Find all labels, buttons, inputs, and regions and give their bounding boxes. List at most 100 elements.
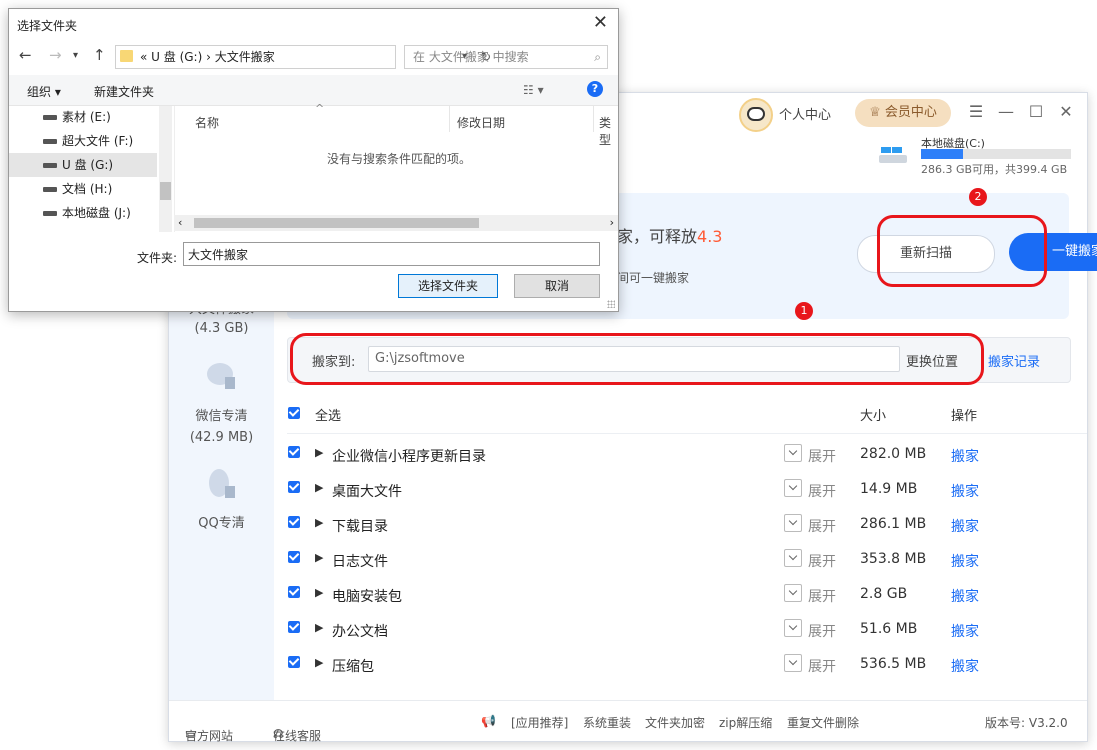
row-name: 企业微信小程序更新目录 xyxy=(332,449,486,465)
expand-chevron-icon[interactable] xyxy=(784,549,802,567)
expand-triangle-icon[interactable]: ▶ xyxy=(315,621,323,634)
banner-text: 家，可释放 xyxy=(617,227,698,246)
tree-item-drive-h[interactable]: 文档 (H:) xyxy=(9,177,157,201)
dialog-title: 选择文件夹 xyxy=(17,19,78,33)
expand-triangle-icon[interactable]: ▶ xyxy=(315,656,323,669)
name-column-header[interactable]: 名称 xyxy=(195,114,219,131)
select-folder-button[interactable]: 选择文件夹 xyxy=(398,274,498,298)
sidebar-item-label: 微信专清 xyxy=(195,409,248,424)
support-label: 在线客服 xyxy=(273,729,322,743)
folder-name-input[interactable]: 大文件搬家 xyxy=(183,242,600,266)
expand-button[interactable]: 展开 xyxy=(808,586,836,606)
row-move-link[interactable]: 搬家 xyxy=(951,551,979,571)
step-badge-1: 1 xyxy=(795,302,813,320)
expand-triangle-icon[interactable]: ▶ xyxy=(315,586,323,599)
vip-center-button[interactable]: ♕ 会员中心 xyxy=(855,99,951,127)
expand-button[interactable]: 展开 xyxy=(808,481,836,501)
row-move-link[interactable]: 搬家 xyxy=(951,516,979,536)
select-all-checkbox[interactable] xyxy=(288,407,300,419)
zip-link[interactable]: zip解压缩 xyxy=(719,714,772,731)
row-size: 536.5 MB xyxy=(860,656,927,672)
recent-dropdown-icon[interactable]: ▾ xyxy=(73,50,78,61)
sidebar-item-qq[interactable]: QQ专清 xyxy=(169,466,274,534)
date-column-header[interactable]: 修改日期 xyxy=(457,114,505,131)
wechat-clean-icon xyxy=(206,363,235,389)
drive-icon xyxy=(43,115,57,120)
tree-item-drive-g[interactable]: U 盘 (G:) xyxy=(9,153,157,177)
expand-triangle-icon[interactable]: ▶ xyxy=(315,481,323,494)
row-move-link[interactable]: 搬家 xyxy=(951,481,979,501)
tree-scrollbar[interactable] xyxy=(159,106,172,232)
expand-triangle-icon[interactable]: ▶ xyxy=(315,516,323,529)
select-folder-dialog: 选择文件夹 ✕ ← → ▾ ↑ « U 盘 (G:) › 大文件搬家 ▾ ↻ 在… xyxy=(8,8,619,312)
row-checkbox[interactable] xyxy=(288,586,300,598)
row-checkbox[interactable] xyxy=(288,656,300,668)
horizontal-scroll-thumb[interactable] xyxy=(194,218,479,228)
expand-chevron-icon[interactable] xyxy=(784,479,802,497)
sidebar-item-wechat[interactable]: 微信专清 (42.9 MB) xyxy=(169,359,274,448)
back-arrow-icon[interactable]: ← xyxy=(19,46,32,64)
expand-chevron-icon[interactable] xyxy=(784,654,802,672)
maximize-icon[interactable]: ☐ xyxy=(1025,102,1047,121)
expand-triangle-icon[interactable]: ▶ xyxy=(315,446,323,459)
cancel-button[interactable]: 取消 xyxy=(514,274,600,298)
expand-button[interactable]: 展开 xyxy=(808,551,836,571)
sidebar-item-label: QQ专清 xyxy=(198,516,245,531)
row-checkbox[interactable] xyxy=(288,551,300,563)
row-checkbox[interactable] xyxy=(288,481,300,493)
qq-clean-icon xyxy=(208,469,235,498)
tree-scroll-thumb[interactable] xyxy=(160,182,171,200)
row-move-link[interactable]: 搬家 xyxy=(951,446,979,466)
scroll-right-icon[interactable]: › xyxy=(610,216,614,229)
row-move-link[interactable]: 搬家 xyxy=(951,586,979,606)
tree-item-drive-e[interactable]: 素材 (E:) xyxy=(9,105,157,129)
row-checkbox[interactable] xyxy=(288,516,300,528)
avatar[interactable] xyxy=(739,98,773,132)
scroll-left-icon[interactable]: ‹ xyxy=(178,216,182,229)
new-folder-button[interactable]: 新建文件夹 xyxy=(94,83,154,100)
up-arrow-icon[interactable]: ↑ xyxy=(93,46,106,64)
expand-button[interactable]: 展开 xyxy=(808,656,836,676)
close-icon[interactable]: ✕ xyxy=(1055,102,1077,121)
tree-item-label: 本地磁盘 (J:) xyxy=(62,206,131,220)
organize-menu[interactable]: 组织 ▾ xyxy=(27,83,61,100)
expand-button[interactable]: 展开 xyxy=(808,446,836,466)
type-column-header[interactable]: 类型 xyxy=(599,114,619,148)
tree-item-drive-f[interactable]: 超大文件 (F:) xyxy=(9,129,157,153)
move-records-link[interactable]: 搬家记录 xyxy=(988,351,1040,370)
tree-item-drive-j[interactable]: 本地磁盘 (J:) xyxy=(9,201,157,225)
tree-item-label: 超大文件 (F:) xyxy=(62,134,134,148)
row-name: 办公文档 xyxy=(332,624,388,640)
size-column-header: 大小 xyxy=(860,409,887,424)
reinstall-link[interactable]: 系统重装 xyxy=(583,714,631,731)
search-input[interactable]: 在 大文件搬家 中搜索 ⌕ xyxy=(404,45,608,69)
expand-button[interactable]: 展开 xyxy=(808,621,836,641)
personal-center-link[interactable]: 个人中心 xyxy=(779,104,831,123)
row-checkbox[interactable] xyxy=(288,621,300,633)
view-options-icon[interactable]: ☷ ▾ xyxy=(523,83,544,97)
expand-chevron-icon[interactable] xyxy=(784,444,802,462)
address-bar[interactable]: « U 盘 (G:) › 大文件搬家 ▾ ↻ xyxy=(115,45,491,69)
expand-chevron-icon[interactable] xyxy=(784,619,802,637)
table-header: 全选 大小 操作 xyxy=(287,393,1087,434)
row-move-link[interactable]: 搬家 xyxy=(951,621,979,641)
resize-grip-icon[interactable] xyxy=(607,300,615,308)
horizontal-scrollbar[interactable]: ‹ › xyxy=(174,215,618,231)
forward-arrow-icon[interactable]: → xyxy=(49,46,62,64)
dialog-close-icon[interactable]: ✕ xyxy=(593,12,608,33)
expand-button[interactable]: 展开 xyxy=(808,516,836,536)
table-row: ▶ 压缩包 展开 536.5 MB 搬家 xyxy=(287,647,1087,682)
table-row: ▶ 电脑安装包 展开 2.8 GB 搬家 xyxy=(287,577,1087,612)
menu-icon[interactable]: ☰ xyxy=(965,102,987,121)
encrypt-link[interactable]: 文件夹加密 xyxy=(645,714,705,731)
row-move-link[interactable]: 搬家 xyxy=(951,656,979,676)
dedupe-link[interactable]: 重复文件删除 xyxy=(787,714,859,731)
row-checkbox[interactable] xyxy=(288,446,300,458)
expand-chevron-icon[interactable] xyxy=(784,514,802,532)
expand-chevron-icon[interactable] xyxy=(784,584,802,602)
expand-triangle-icon[interactable]: ▶ xyxy=(315,551,323,564)
help-icon[interactable]: ? xyxy=(587,81,603,97)
minimize-icon[interactable]: — xyxy=(995,102,1017,121)
table-row: ▶ 企业微信小程序更新目录 展开 282.0 MB 搬家 xyxy=(287,437,1087,472)
tree-item-label: 文档 (H:) xyxy=(62,182,113,196)
